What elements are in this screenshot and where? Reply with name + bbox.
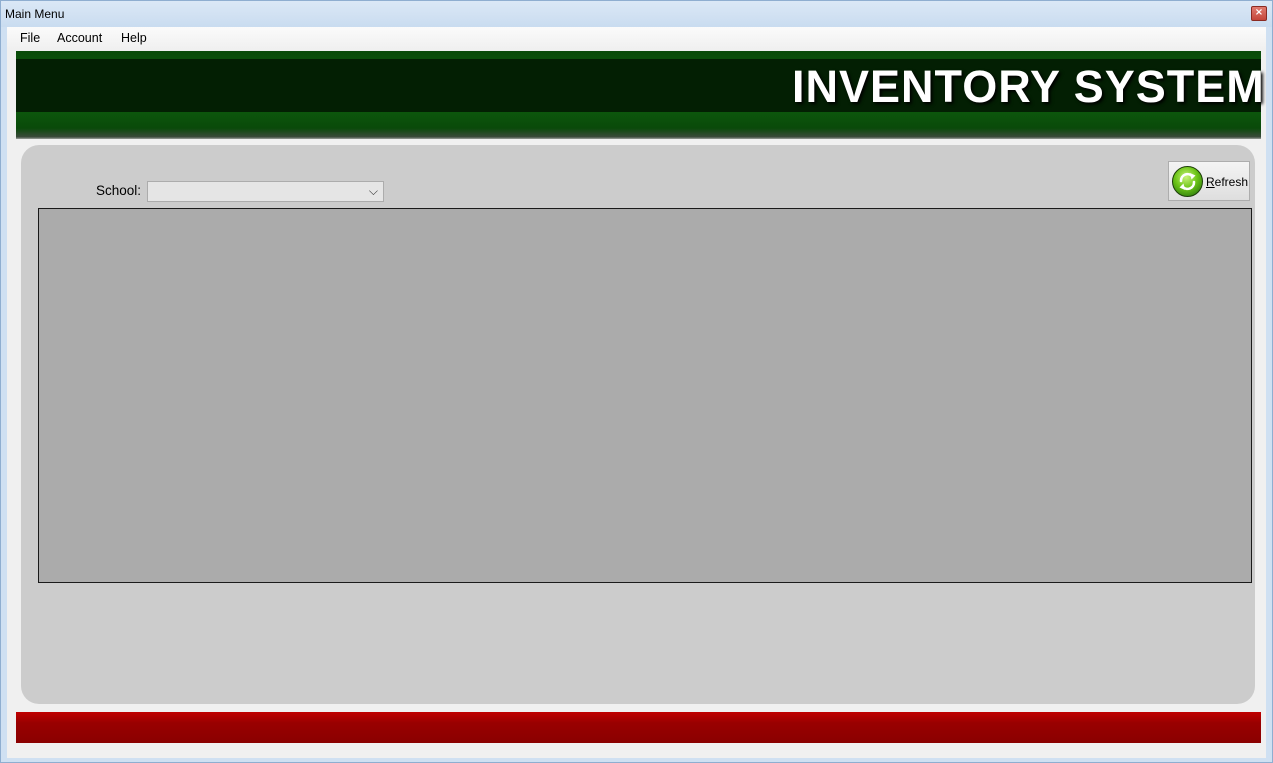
- app-title: INVENTORY SYSTEM: [792, 61, 1265, 112]
- refresh-accelerator: R: [1206, 175, 1215, 189]
- client-area: File Account Help INVENTORY SYSTEM Schoo…: [7, 27, 1266, 758]
- header-banner: INVENTORY SYSTEM: [16, 51, 1264, 139]
- menu-help[interactable]: Help: [121, 31, 147, 45]
- refresh-icon: [1172, 166, 1203, 197]
- inventory-grid[interactable]: [38, 208, 1252, 583]
- refresh-button[interactable]: Refresh: [1168, 161, 1250, 201]
- window-title: Main Menu: [5, 7, 65, 21]
- menu-file[interactable]: File: [20, 31, 40, 45]
- banner-bottom: [16, 112, 1261, 139]
- main-window: Main Menu × File Account Help INVENTORY …: [0, 0, 1273, 763]
- menu-bar: File Account Help: [7, 27, 1266, 49]
- title-bar[interactable]: Main Menu ×: [1, 1, 1272, 27]
- school-dropdown[interactable]: ⌵: [147, 181, 384, 202]
- close-button[interactable]: ×: [1251, 6, 1267, 21]
- main-panel: School: ⌵ Refresh: [21, 145, 1255, 704]
- footer-bar: [16, 712, 1261, 743]
- chevron-down-icon: ⌵: [368, 184, 378, 198]
- school-label: School:: [96, 183, 142, 198]
- refresh-label-rest: efresh: [1214, 175, 1249, 189]
- menu-account[interactable]: Account: [57, 31, 102, 45]
- refresh-label: Refresh: [1206, 175, 1248, 189]
